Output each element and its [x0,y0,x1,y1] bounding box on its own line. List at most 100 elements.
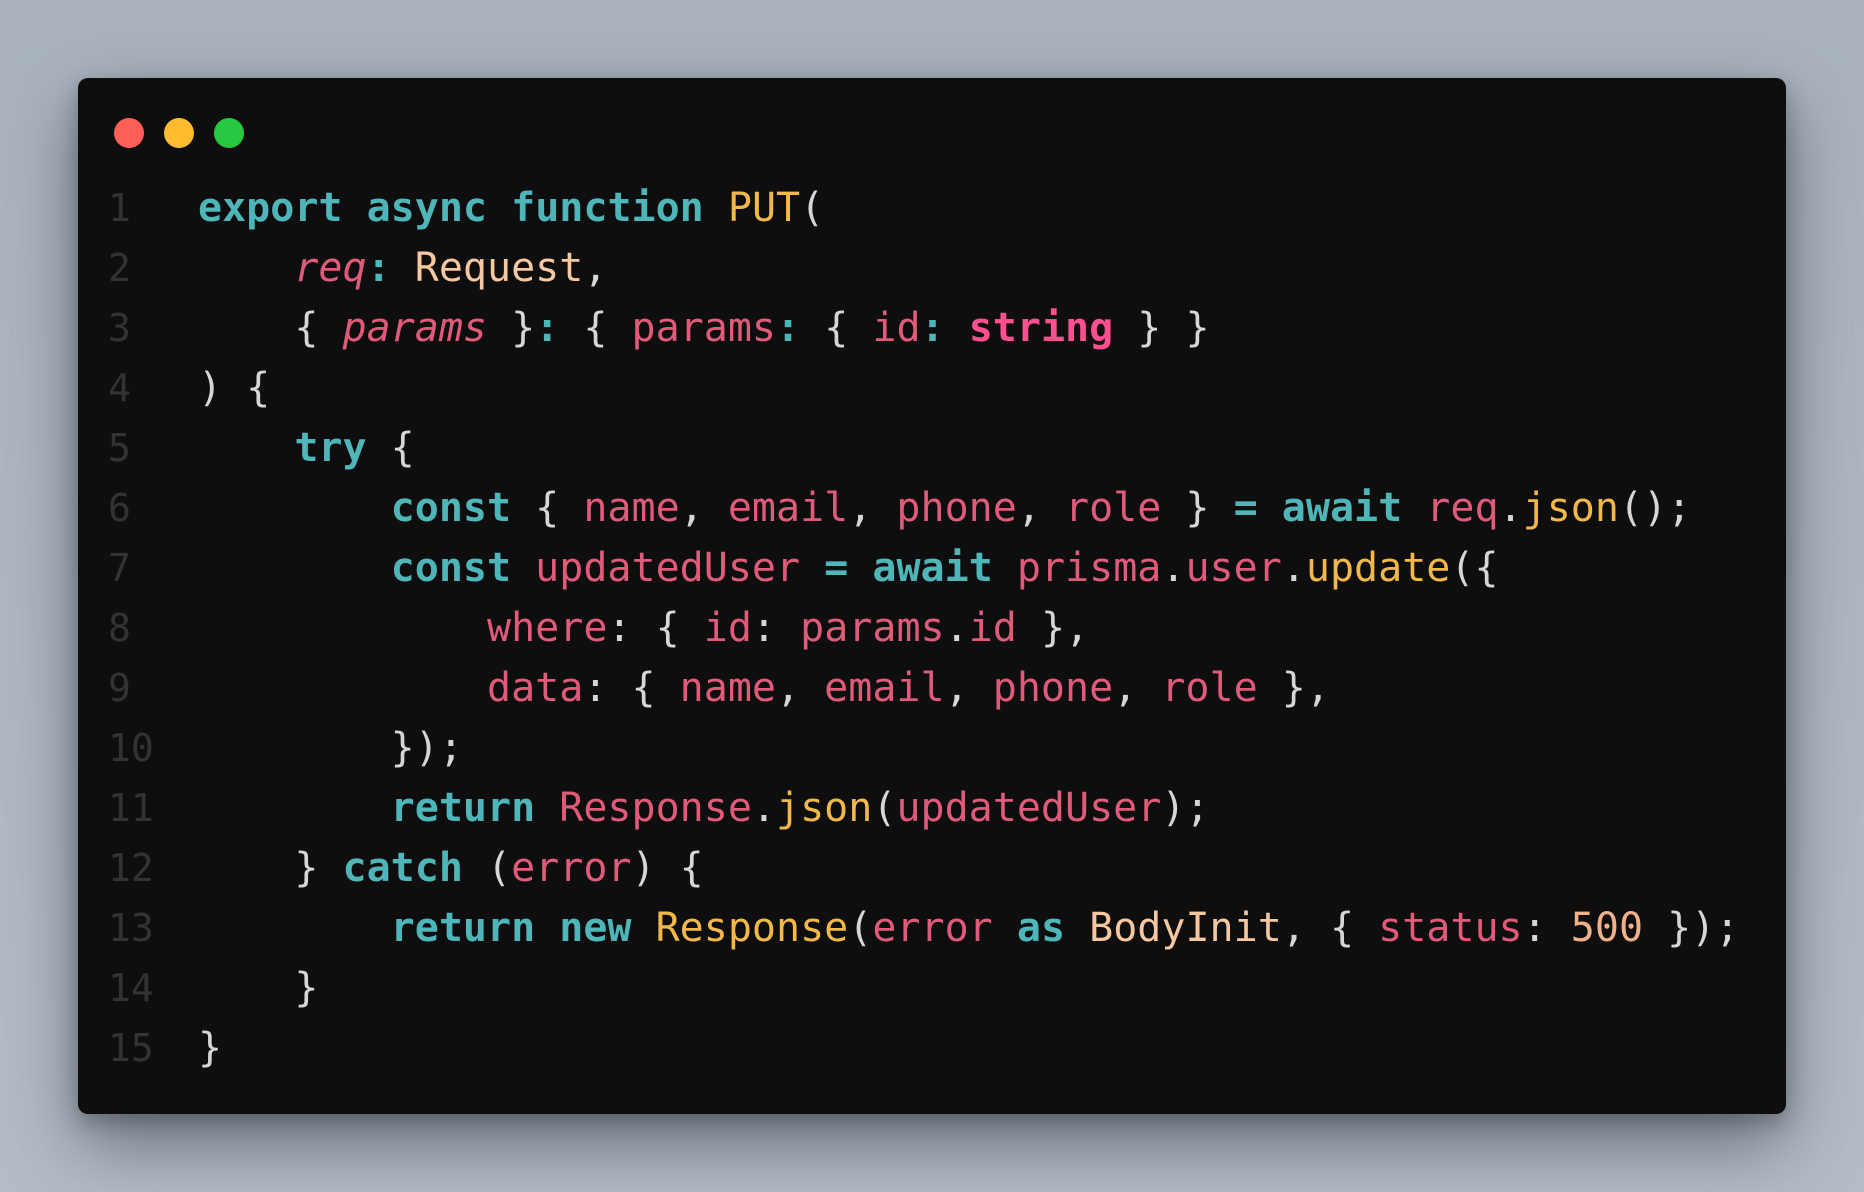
line-number: 9 [108,666,131,710]
code-text: export async function PUT( [198,178,1766,238]
code-text: const { name, email, phone, role } = awa… [198,478,1766,538]
code-token: , [679,485,728,531]
code-token: ) { [198,365,271,411]
code-token: ); [1161,785,1210,831]
line-number: 15 [108,1026,154,1070]
code-token: { [198,305,343,351]
code-text: { params }: { params: { id: string } } [198,298,1766,358]
code-line: 7 const updatedUser = await prisma.user.… [108,538,1766,598]
code-token: where [486,605,608,651]
code-token: (); [1618,485,1692,531]
code-text: ) { [198,358,1766,418]
code-token: async [366,185,488,231]
line-number: 14 [108,966,154,1010]
code-token: } } [1113,305,1210,351]
code-text: req: Request, [198,238,1766,298]
code-token: = [824,545,849,591]
code-line: 1 export async function PUT( [108,178,1766,238]
code-token: { [559,305,632,351]
line-number: 5 [108,426,131,470]
line-number: 6 [108,486,131,530]
code-line: 3 { params }: { params: { id: string } } [108,298,1766,358]
code-token: , [583,245,608,291]
code-line: 2 req: Request, [108,238,1766,298]
code-token: Request [414,245,584,291]
code-token: role [1161,665,1258,711]
line-number: 4 [108,366,131,410]
code-line: 8 where: { id: params.id }, [108,598,1766,658]
line-number: 2 [108,246,131,290]
code-line: 14 } [108,958,1766,1018]
code-token: { [800,305,873,351]
code-token: : [583,665,608,711]
code-token: , { [1281,905,1379,951]
code-token: name [679,665,776,711]
line-number: 13 [108,906,154,950]
code-token: { [631,605,704,651]
code-token: id [968,605,1017,651]
code-token: status [1378,905,1523,951]
code-line: 4 ) { [108,358,1766,418]
code-token: ) { [631,845,704,891]
code-text: return new Response(error as BodyInit, {… [198,898,1766,958]
code-token: , [944,665,993,711]
code-text: data: { name, email, phone, role }, [198,658,1766,718]
code-window: 1 export async function PUT(2 req: Reques… [78,78,1786,1114]
code-token: { [366,425,415,471]
code-token: return [390,905,536,951]
code-token: error [872,905,993,951]
code-token: , [1113,665,1162,711]
code-text: } [198,958,1766,1018]
code-token: . [944,605,969,651]
code-token: : [920,305,945,351]
code-text: where: { id: params.id }, [198,598,1766,658]
code-token: } [198,1025,223,1071]
code-token: json [776,785,873,831]
code-token: : [535,305,560,351]
code-token: function [511,185,704,231]
code-token: : [366,245,415,291]
code-token: = [1233,485,1258,531]
code-token: phone [896,485,1017,531]
code-token: string [968,305,1114,351]
code-token: : [776,305,801,351]
line-number: 8 [108,606,131,650]
code-token: } [198,965,319,1011]
code-token: ( [848,905,873,951]
code-line: 13 return new Response(error as BodyInit… [108,898,1766,958]
code-token: update [1305,545,1451,591]
code-token: ({ [1450,545,1499,591]
code-token: } [198,845,343,891]
code-token: const [390,485,512,531]
code-line: 10 }); [108,718,1766,778]
code-token: ( [872,785,897,831]
code-token: data [486,665,584,711]
line-number: 3 [108,306,131,350]
code-token: Response [559,785,752,831]
maximize-button[interactable] [214,118,244,148]
code-token: const [390,545,512,591]
code-text: const updatedUser = await prisma.user.up… [198,538,1766,598]
code-token: } [1161,485,1234,531]
minimize-button[interactable] [164,118,194,148]
code-token: , [848,485,897,531]
close-button[interactable] [114,118,144,148]
code-token: . [751,785,776,831]
code-token: req [1426,485,1499,531]
code-text: try { [198,418,1766,478]
code-token: await [872,545,993,591]
code-token: try [294,425,367,471]
